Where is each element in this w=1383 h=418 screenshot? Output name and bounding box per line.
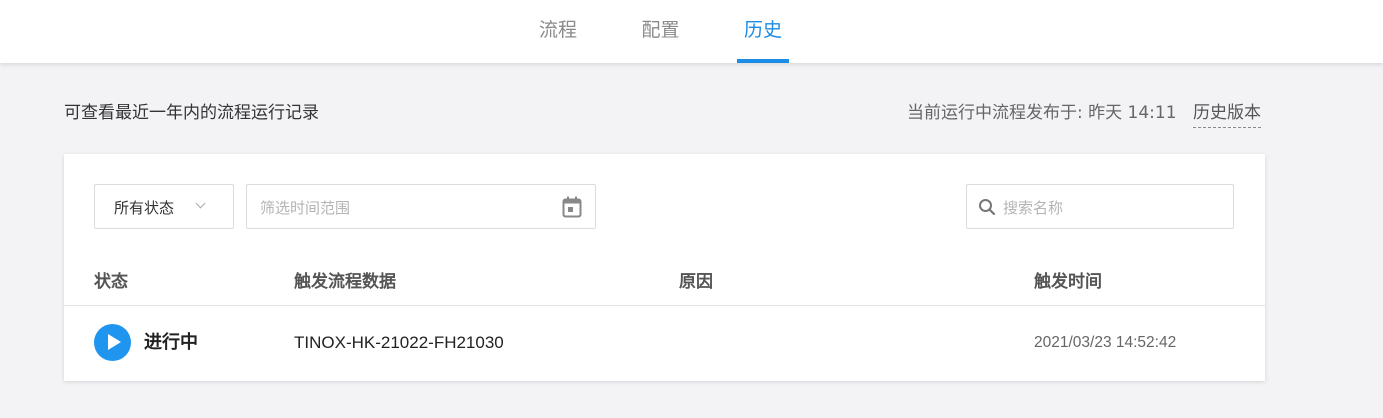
- date-range-input[interactable]: 筛选时间范围: [246, 184, 596, 229]
- top-nav: 流程 配置 历史: [0, 0, 1383, 63]
- column-header-trigger-time: 触发时间: [1034, 272, 1102, 292]
- publish-info: 当前运行中流程发布于: 昨天 14:11: [907, 103, 1177, 123]
- search-input[interactable]: 搜索名称: [966, 184, 1234, 229]
- calendar-icon[interactable]: [562, 196, 582, 218]
- column-header-reason: 原因: [679, 272, 713, 292]
- tab-history[interactable]: 历史: [737, 0, 789, 63]
- history-versions-link[interactable]: 历史版本: [1193, 101, 1261, 128]
- tab-flow[interactable]: 流程: [538, 0, 578, 63]
- status-select-value: 所有状态: [114, 199, 175, 217]
- date-range-placeholder: 筛选时间范围: [260, 199, 351, 217]
- play-icon: [94, 324, 131, 361]
- tab-config[interactable]: 配置: [640, 0, 681, 63]
- row-trigger-data: TINOX-HK-21022-FH21030: [294, 333, 504, 352]
- search-icon: [979, 199, 996, 216]
- search-placeholder: 搜索名称: [1003, 199, 1064, 217]
- table-row[interactable]: 进行中 TINOX-HK-21022-FH21030 2021/03/23 14…: [64, 306, 1265, 381]
- chevron-down-icon: [195, 198, 206, 209]
- page-description: 可查看最近一年内的流程运行记录: [64, 103, 319, 123]
- column-header-trigger-data: 触发流程数据: [294, 272, 396, 292]
- row-status: 进行中: [144, 332, 198, 353]
- status-select[interactable]: 所有状态: [94, 184, 234, 229]
- row-trigger-time: 2021/03/23 14:52:42: [1034, 334, 1177, 351]
- history-card: 所有状态 筛选时间范围 搜索名称 状态 触发流程数据 原因 触发时间 进行中 T…: [64, 154, 1265, 381]
- column-header-status: 状态: [94, 272, 128, 292]
